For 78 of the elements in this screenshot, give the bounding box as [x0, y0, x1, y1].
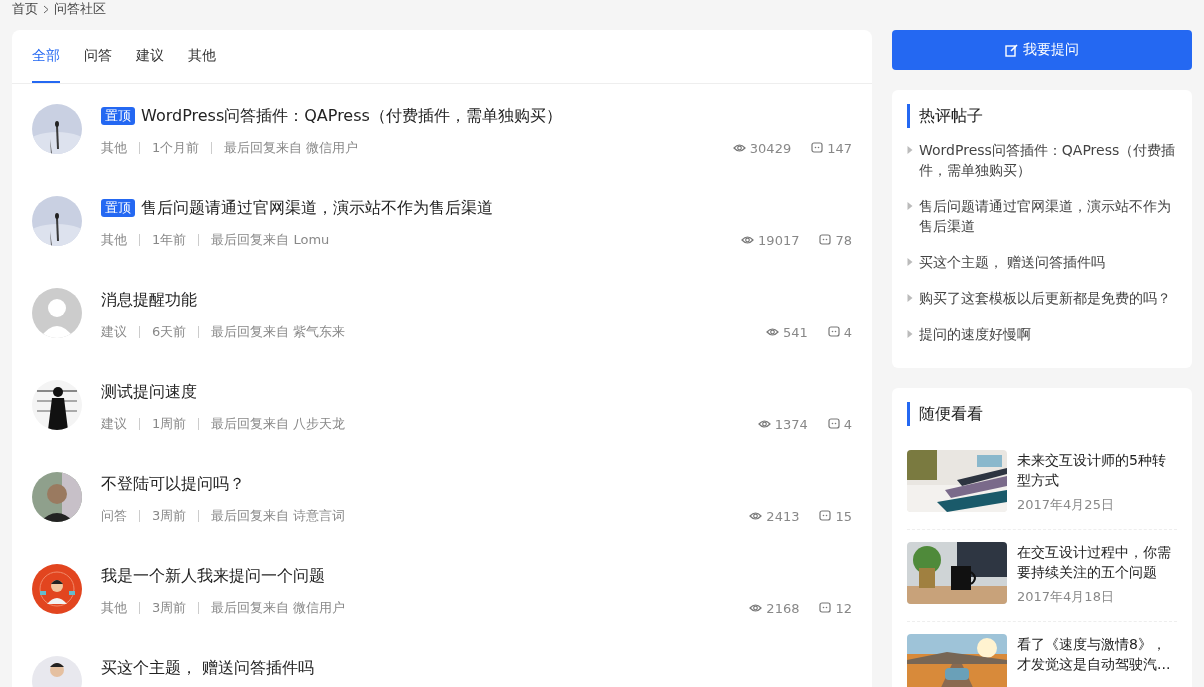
eye-icon: [757, 419, 771, 429]
tab[interactable]: 建议: [136, 30, 164, 83]
hot-post-link[interactable]: 提问的速度好慢啊: [919, 324, 1031, 344]
avatar-icon: [32, 288, 82, 338]
triangle-icon: [907, 202, 913, 210]
post-title[interactable]: 测试提问速度: [101, 381, 197, 403]
last-reply: 最后回复来自 Lomu: [211, 231, 330, 249]
view-count: 30429: [749, 140, 792, 156]
tab[interactable]: 其他: [188, 30, 216, 83]
post-category[interactable]: 其他: [101, 231, 127, 249]
post-category[interactable]: 其他: [101, 139, 127, 157]
pinned-badge: 置顶: [101, 199, 135, 217]
post-category[interactable]: 建议: [101, 415, 127, 433]
comment-count: 147: [827, 140, 852, 156]
comment-icon: [819, 234, 832, 246]
comment-count: 15: [835, 508, 852, 524]
eye-icon: [749, 603, 763, 613]
comment-icon: [827, 418, 840, 430]
section-heading: 随便看看: [907, 402, 1177, 426]
post-title[interactable]: WordPress问答插件：QAPress（付费插件，需单独购买）: [141, 105, 562, 127]
post-title[interactable]: 不登陆可以提问吗？: [101, 473, 245, 495]
last-reply: 最后回复来自 微信用户: [224, 139, 359, 157]
eye-icon: [741, 235, 755, 245]
comment-icon: [811, 142, 824, 154]
comment-count: 12: [835, 600, 852, 616]
hot-post-link[interactable]: 售后问题请通过官网渠道，演示站不作为售后渠道: [919, 196, 1177, 236]
view-count: 2413: [766, 508, 800, 524]
post-time: 1周前: [152, 415, 187, 433]
ask-question-button[interactable]: 我要提问: [892, 30, 1192, 70]
view-count: 1374: [774, 416, 808, 432]
triangle-icon: [907, 146, 913, 154]
comment-count: 4: [843, 416, 852, 432]
post-title[interactable]: 消息提醒功能: [101, 289, 197, 311]
comment-count: 4: [843, 324, 852, 340]
article-date: 2017年4月25日: [1017, 496, 1115, 514]
post-category[interactable]: 建议: [101, 323, 127, 341]
tab[interactable]: 全部: [32, 30, 60, 83]
article-title[interactable]: 看了《速度与激情8》，才发觉这是自动驾驶汽...: [1017, 634, 1177, 674]
view-count: 19017: [758, 232, 800, 248]
eye-icon: [765, 327, 779, 337]
last-reply: 最后回复来自 微信用户: [211, 599, 346, 617]
view-count: 2168: [766, 600, 800, 616]
post-time: 3周前: [152, 599, 187, 617]
breadcrumb-current: 问答社区: [54, 0, 106, 18]
article-title[interactable]: 在交互设计过程中，你需要持续关注的五个问题: [1017, 542, 1177, 582]
hot-post-link[interactable]: 购买了这套模板以后更新都是免费的吗？: [919, 288, 1171, 308]
last-reply: 最后回复来自 八步天龙: [211, 415, 346, 433]
comment-count: 78: [835, 232, 852, 248]
view-count: 541: [782, 324, 808, 340]
post-category[interactable]: 其他: [101, 599, 127, 617]
tab[interactable]: 问答: [84, 30, 112, 83]
triangle-icon: [907, 294, 913, 302]
post-time: 3周前: [152, 507, 187, 525]
post-title[interactable]: 我是一个新人我来提问一个问题: [101, 565, 325, 587]
last-reply: 最后回复来自 紫气东来: [211, 323, 346, 341]
post-title[interactable]: 买这个主题， 赠送问答插件吗: [101, 657, 315, 679]
comment-icon: [819, 510, 832, 522]
triangle-icon: [907, 330, 913, 338]
eye-icon: [749, 511, 763, 521]
hot-post-link[interactable]: WordPress问答插件：QAPress（付费插件，需单独购买）: [919, 140, 1177, 180]
post-category[interactable]: 问答: [101, 507, 127, 525]
pinned-badge: 置顶: [101, 107, 135, 125]
chevron-icon: [43, 4, 49, 14]
last-reply: 最后回复来自 诗意言词: [211, 507, 346, 525]
comment-icon: [827, 326, 840, 338]
article-date: 2017年4月18日: [1017, 588, 1115, 606]
triangle-icon: [907, 258, 913, 266]
breadcrumb-link[interactable]: 首页: [12, 0, 38, 18]
post-time: 6天前: [152, 323, 187, 341]
post-time: 1年前: [152, 231, 187, 249]
hot-post-link[interactable]: 买这个主题， 赠送问答插件吗: [919, 252, 1106, 272]
comment-icon: [819, 602, 832, 614]
eye-icon: [732, 143, 746, 153]
article-title[interactable]: 未来交互设计师的5种转型方式: [1017, 450, 1177, 490]
edit-icon: [1005, 43, 1018, 57]
post-time: 1个月前: [152, 139, 200, 157]
section-heading: 热评帖子: [907, 104, 1177, 128]
post-title[interactable]: 售后问题请通过官网渠道，演示站不作为售后渠道: [141, 197, 493, 219]
